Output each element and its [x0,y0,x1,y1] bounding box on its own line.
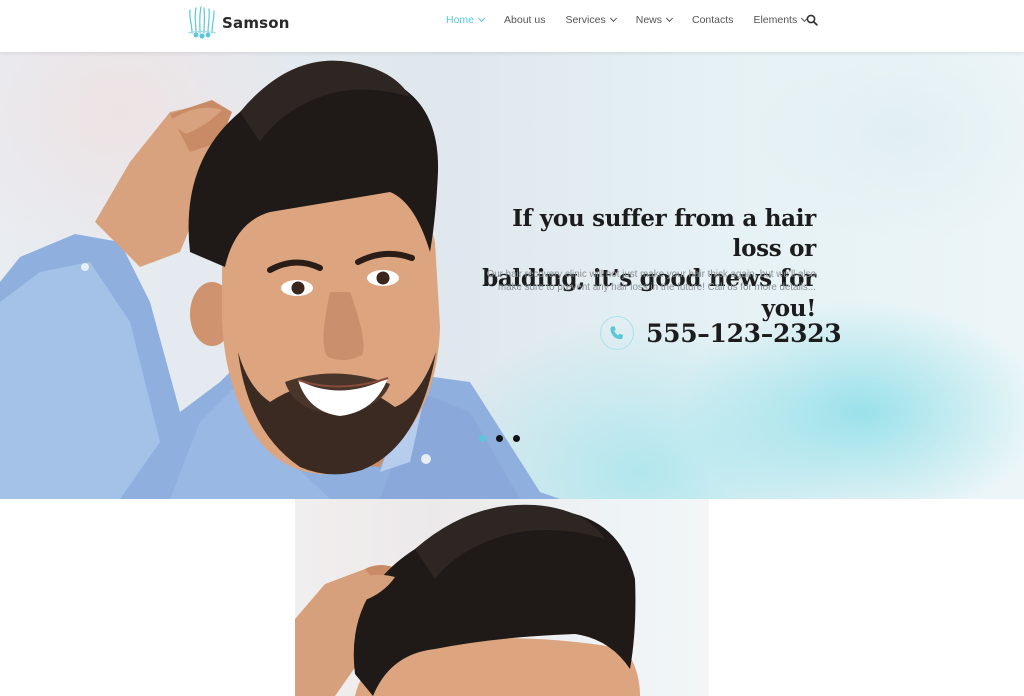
site-header: Samson Home About us Services News Conta… [0,0,1024,52]
main-nav: Home About us Services News Contacts Ele… [446,0,827,40]
nav-item-news-label: News [635,14,662,26]
chevron-down-icon [477,14,486,23]
hero-description: Our hair recovery clinic will not just m… [470,268,816,294]
phone-call-button[interactable] [600,316,634,350]
nav-item-services[interactable]: Services [565,14,617,26]
hair-follicle-logo-icon [187,6,217,39]
logo[interactable]: Samson [186,6,290,40]
nav-item-home[interactable]: Home [446,14,486,26]
nav-item-elements[interactable]: Elements [753,14,809,26]
nav-item-about-us[interactable]: About us [504,14,545,26]
slider-dot-3[interactable] [513,435,520,442]
hero-description-line-1: Our hair recovery clinic will not just m… [486,269,816,280]
nav-item-news[interactable]: News [635,14,674,26]
phone-icon [610,326,623,340]
hero-title: If you suffer from a hair loss or baldin… [470,204,816,324]
slider-pagination [479,435,520,442]
slider-dot-2[interactable] [496,435,503,442]
smiling-man-with-dark-hair-photo [295,504,640,696]
search-icon[interactable] [806,14,818,26]
hero-description-line-2: make sure to prevent any hair loss in th… [497,282,816,293]
hero-phone: 555–123–2323 [600,316,842,350]
nav-item-home-label: Home [446,14,475,26]
nav-item-contacts-label: Contacts [692,14,734,26]
nav-item-services-label: Services [565,14,606,26]
chevron-down-icon [609,14,617,23]
nav-item-elements-label: Elements [753,14,798,26]
hero-slider: If you suffer from a hair loss or baldin… [0,52,1024,499]
content-section [0,499,1024,696]
slider-dot-1[interactable] [479,435,486,442]
chevron-down-icon [665,14,674,23]
phone-number[interactable]: 555–123–2323 [646,319,842,348]
hero-title-line-1: If you suffer from a hair loss or [512,205,816,262]
man-hair-photo [295,499,709,696]
nav-item-about-us-label: About us [504,14,546,26]
nav-item-contacts[interactable]: Contacts [692,14,733,26]
brand-name: Samson [222,14,290,32]
